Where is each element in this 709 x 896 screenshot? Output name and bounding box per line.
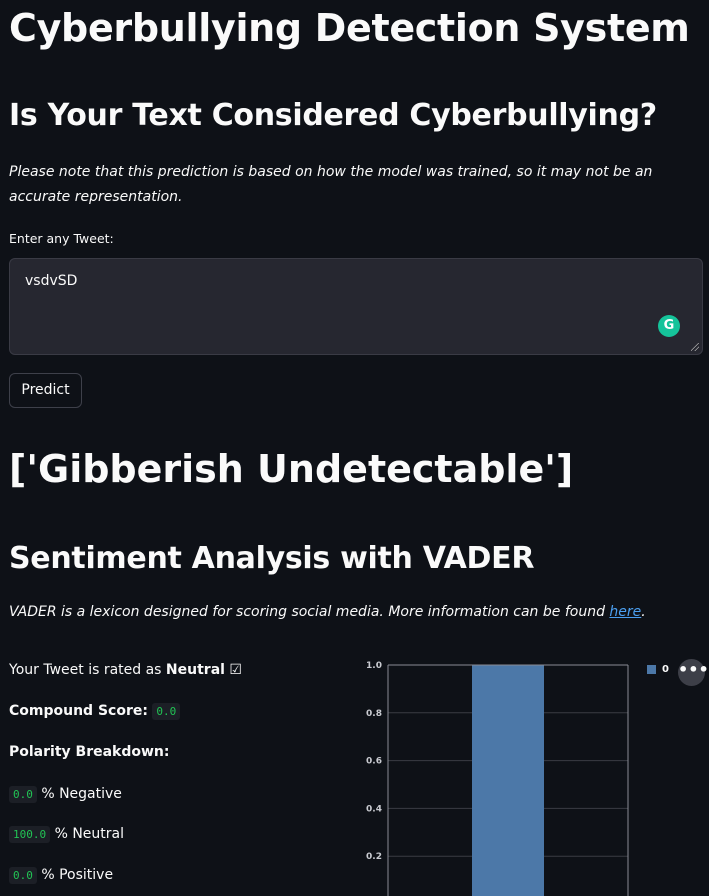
sentiment-heading: Sentiment Analysis with VADER (9, 541, 535, 576)
y-tick-label: 0.4 (366, 804, 382, 814)
tweet-input-label: Enter any Tweet: (9, 231, 114, 246)
negative-label: % Negative (41, 786, 122, 802)
tweet-textarea[interactable]: vsdvSD G (9, 258, 703, 355)
vader-more-info-link[interactable]: here (609, 604, 641, 620)
vader-description-end: . (641, 604, 646, 620)
grammarly-icon[interactable]: G (658, 315, 680, 337)
negative-value: 0.0 (9, 786, 37, 803)
polarity-label: Polarity Breakdown: (9, 744, 170, 760)
neutral-label: % Neutral (54, 826, 125, 842)
compound-score-line: Compound Score: 0.0 (9, 703, 181, 720)
checkbox-icon: ☑ (229, 662, 242, 678)
chart-legend: 0 (647, 664, 669, 675)
tweet-text-value[interactable]: vsdvSD (25, 273, 77, 289)
prediction-result: ['Gibberish Undetectable'] (9, 447, 574, 491)
sentiment-bar-chart: 0.2 0.4 0.6 0.8 1.0 (355, 650, 655, 896)
compound-label: Compound Score: (9, 703, 148, 719)
predict-button[interactable]: Predict (9, 373, 82, 408)
compound-value: 0.0 (152, 703, 181, 720)
app-page: Cyberbullying Detection System Is Your T… (0, 0, 709, 896)
page-subtitle: Is Your Text Considered Cyberbullying? (9, 98, 657, 133)
positive-value: 0.0 (9, 867, 37, 884)
y-tick-label: 1.0 (366, 661, 382, 671)
neutral-line: 100.0 % Neutral (9, 826, 125, 843)
rating-prefix: Your Tweet is rated as (9, 662, 166, 678)
resize-handle-icon[interactable] (691, 343, 699, 351)
disclaimer-note: Please note that this prediction is base… (9, 164, 653, 205)
y-tick-label: 0.6 (366, 757, 382, 767)
rating-line: Your Tweet is rated as Neutral ☑ (9, 662, 242, 678)
chart-svg: 0.2 0.4 0.6 0.8 1.0 (366, 661, 629, 896)
vader-description-text: VADER is a lexicon designed for scoring … (9, 604, 610, 620)
legend-label: 0 (662, 664, 669, 675)
positive-line: 0.0 % Positive (9, 867, 114, 884)
rating-value: Neutral (165, 662, 225, 678)
neutral-value: 100.0 (9, 826, 51, 843)
y-tick-label: 0.2 (366, 852, 382, 862)
y-tick-label: 0.8 (366, 709, 382, 719)
legend-swatch (647, 664, 656, 674)
negative-line: 0.0 % Negative (9, 786, 122, 803)
bar-0 (472, 665, 544, 896)
more-options-icon[interactable]: ••• (678, 659, 709, 686)
page-title: Cyberbullying Detection System (9, 6, 690, 50)
positive-label: % Positive (41, 867, 114, 883)
vader-description: VADER is a lexicon designed for scoring … (9, 604, 646, 620)
